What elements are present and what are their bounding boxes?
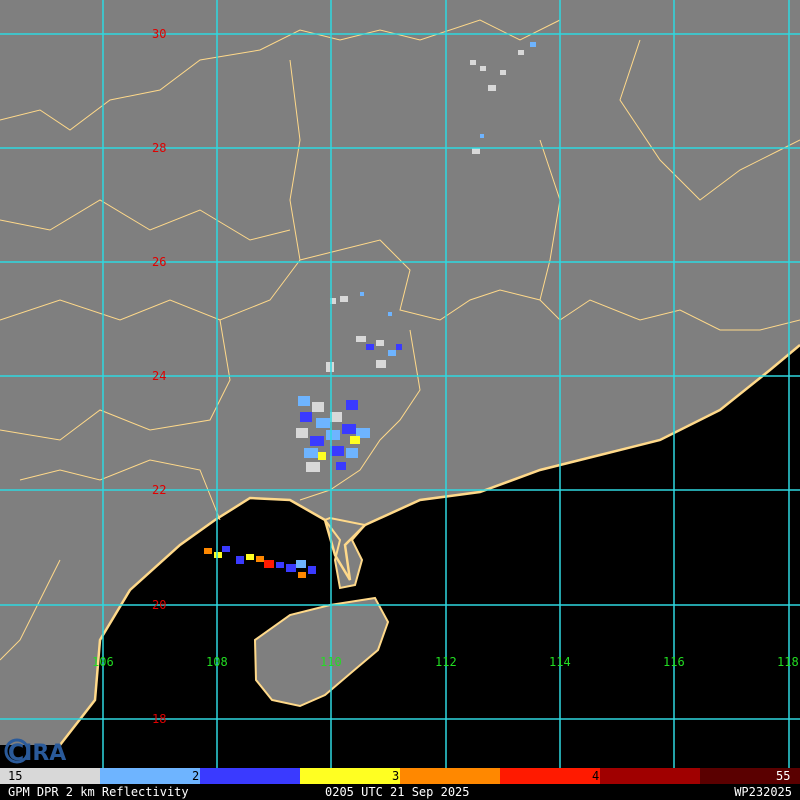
colorbar-segment <box>200 768 300 784</box>
timestamp-label: 0205 UTC 21 Sep 2025 <box>325 785 470 799</box>
lat-label: 18 <box>152 712 166 726</box>
lon-label: 110 <box>320 655 342 669</box>
colorbar-segment <box>400 768 500 784</box>
colorbar-segment <box>600 768 700 784</box>
storm-id-label: WP232025 <box>734 785 792 799</box>
lat-label: 28 <box>152 141 166 155</box>
colorbar-segment: 25 <box>100 768 206 784</box>
lon-label: 108 <box>206 655 228 669</box>
colorbar-segment: 35 <box>300 768 406 784</box>
colorbar-segment: 45 <box>500 768 606 784</box>
radar-map-view: 30 28 26 24 22 20 18 106 108 110 112 114… <box>0 0 800 800</box>
colorbar-segment: 15 <box>0 768 100 784</box>
colorbar-segment: 55 <box>700 768 800 784</box>
lon-label: 114 <box>549 655 571 669</box>
lat-label: 20 <box>152 598 166 612</box>
footer-bar: GPM DPR 2 km Reflectivity 0205 UTC 21 Se… <box>0 784 800 800</box>
lon-label: 112 <box>435 655 457 669</box>
colorbar-tick: 55 <box>776 769 791 783</box>
lat-label: 30 <box>152 27 166 41</box>
lon-label: 118 <box>777 655 799 669</box>
lon-label: 106 <box>92 655 114 669</box>
cira-logo: CIRA <box>4 738 66 766</box>
lat-label: 24 <box>152 369 166 383</box>
reflectivity-colorbar: 15 25 35 45 55 <box>0 768 800 784</box>
lat-label: 26 <box>152 255 166 269</box>
logo-text: CIRA <box>8 741 66 766</box>
lon-label: 116 <box>663 655 685 669</box>
map-canvas: 30 28 26 24 22 20 18 106 108 110 112 114… <box>0 0 800 768</box>
colorbar-tick: 15 <box>8 769 23 783</box>
lat-label: 22 <box>152 483 166 497</box>
product-label: GPM DPR 2 km Reflectivity <box>8 785 189 799</box>
